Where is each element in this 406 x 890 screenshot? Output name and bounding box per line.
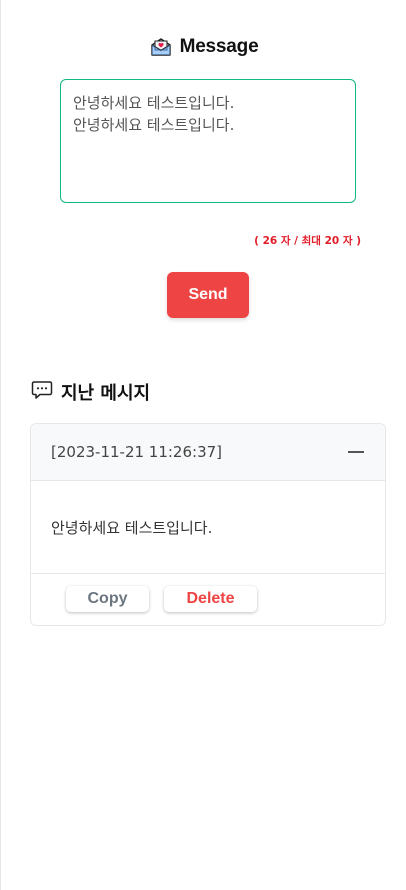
message-card-header[interactable]: [2023-11-21 11:26:37] — [31, 424, 385, 481]
character-counter: ( 26 자 / 최대 20 자 ) — [254, 235, 361, 247]
message-text: 안녕하세요 테스트입니다. — [31, 481, 385, 574]
history-title: 지난 메시지 — [61, 382, 151, 404]
history-header: 지난 메시지 — [31, 378, 150, 405]
delete-button[interactable]: Delete — [164, 586, 257, 612]
page: Message 안녕하세요 테스트입니다. 안녕하세요 테스트입니다. ( 26… — [0, 0, 406, 890]
page-title: Message — [179, 36, 259, 57]
envelope-heart-icon — [150, 36, 172, 58]
message-date: [2023-11-21 11:26:37] — [51, 443, 223, 461]
copy-button[interactable]: Copy — [66, 586, 149, 612]
collapse-icon[interactable] — [347, 443, 365, 461]
send-button[interactable]: Send — [167, 272, 249, 318]
message-actions: Copy Delete — [31, 574, 385, 625]
header: Message — [1, 36, 406, 58]
message-input[interactable]: 안녕하세요 테스트입니다. 안녕하세요 테스트입니다. — [60, 79, 356, 203]
message-card: [2023-11-21 11:26:37] 안녕하세요 테스트입니다. Copy… — [30, 423, 386, 626]
chat-bubble-icon — [31, 378, 53, 405]
